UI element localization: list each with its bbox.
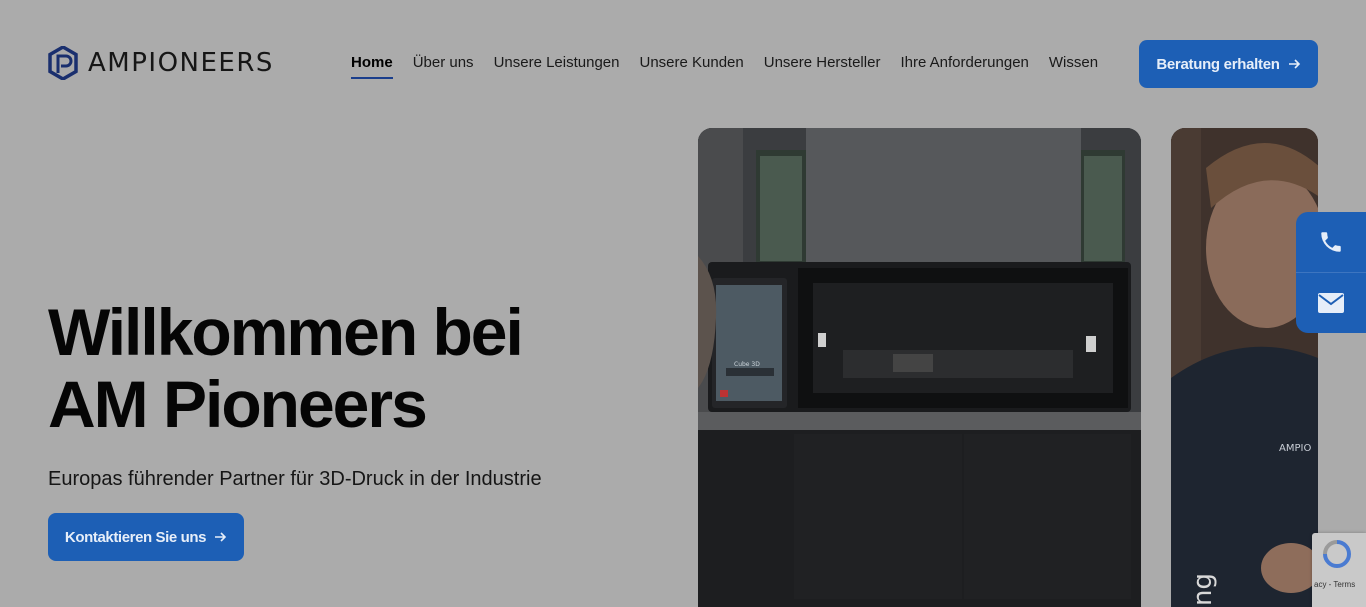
mail-icon: [1318, 293, 1344, 313]
phone-contact-button[interactable]: [1296, 212, 1366, 272]
logo-text: AMPIONEERS: [88, 48, 274, 78]
phone-icon: [1321, 232, 1341, 252]
nav-item-unsere-leistungen[interactable]: Unsere Leistungen: [494, 54, 620, 79]
nav-item-wissen[interactable]: Wissen: [1049, 54, 1098, 79]
arrow-right-icon: [1288, 59, 1300, 69]
hero-subtitle: Europas führender Partner für 3D-Druck i…: [48, 468, 542, 490]
mail-contact-button[interactable]: [1296, 273, 1366, 333]
hero-image-person: AMPIO ng: [1171, 128, 1318, 607]
main-nav: Home Über uns Unsere Leistungen Unsere K…: [351, 54, 1118, 79]
printer-illustration: Cube 3D: [698, 128, 1141, 607]
logo-hexagon-icon: [48, 46, 78, 80]
hero-title-line2: AM Pioneers: [48, 367, 428, 441]
hero-title: Willkommen bei AM Pioneers: [48, 295, 524, 441]
nav-item-unsere-hersteller[interactable]: Unsere Hersteller: [764, 54, 881, 79]
printer-screen-text: Cube 3D: [734, 361, 760, 368]
arrow-right-icon: [215, 532, 227, 542]
person-vertical-text: ng: [1188, 573, 1218, 606]
hero-title-line1: Willkommen bei: [48, 295, 524, 369]
recaptcha-icon: [1323, 540, 1351, 568]
consultation-button-label: Beratung erhalten: [1156, 55, 1280, 73]
contact-us-button[interactable]: Kontaktieren Sie uns: [48, 513, 244, 561]
consultation-button[interactable]: Beratung erhalten: [1139, 40, 1318, 88]
recaptcha-badge[interactable]: acy - Terms: [1312, 533, 1366, 607]
recaptcha-terms-text[interactable]: acy - Terms: [1314, 580, 1355, 589]
person-illustration: AMPIO ng: [1171, 128, 1318, 607]
person-shirt-text: AMPIO: [1279, 443, 1311, 454]
nav-item-ueber-uns[interactable]: Über uns: [413, 54, 474, 79]
contact-us-button-label: Kontaktieren Sie uns: [64, 528, 207, 546]
nav-item-ihre-anforderungen[interactable]: Ihre Anforderungen: [900, 54, 1028, 79]
hero-image-printer: Cube 3D: [698, 128, 1141, 607]
nav-item-home[interactable]: Home: [351, 54, 393, 79]
nav-item-unsere-kunden[interactable]: Unsere Kunden: [639, 54, 743, 79]
logo[interactable]: AMPIONEERS: [48, 46, 274, 80]
